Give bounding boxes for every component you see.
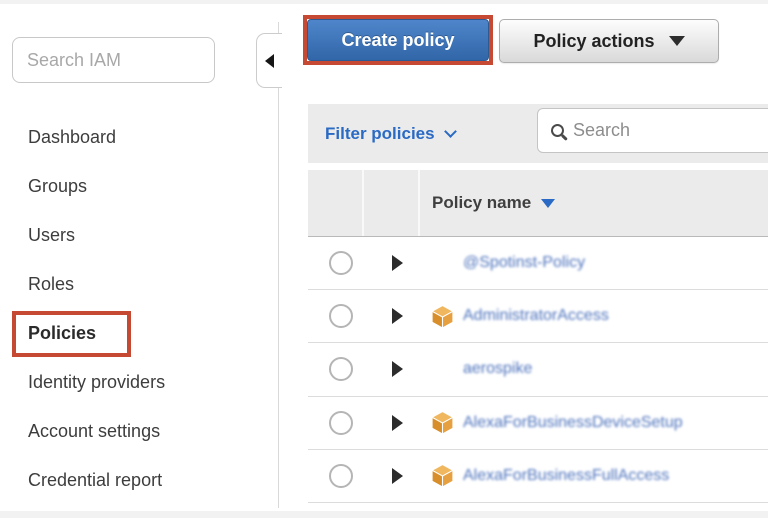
sidebar-item-account-settings[interactable]: Account settings bbox=[0, 407, 270, 456]
sidebar-item-groups[interactable]: Groups bbox=[0, 162, 270, 211]
radio-button[interactable] bbox=[329, 411, 353, 435]
expand-row-icon[interactable] bbox=[392, 468, 403, 484]
policy-name-column-header[interactable]: Policy name bbox=[432, 170, 555, 236]
policy-name-cell: @Spotinst-Policy bbox=[430, 251, 585, 276]
sidebar-item-users[interactable]: Users bbox=[0, 211, 270, 260]
sidebar-item-policies[interactable]: Policies bbox=[0, 309, 270, 358]
policy-actions-label: Policy actions bbox=[533, 31, 654, 52]
sidebar-divider bbox=[278, 22, 279, 508]
expand-row-icon[interactable] bbox=[392, 255, 403, 271]
sidebar-item-label: Account settings bbox=[28, 421, 160, 442]
sidebar-item-label: Credential report bbox=[28, 470, 162, 491]
expand-row-icon[interactable] bbox=[392, 361, 403, 377]
table-row: aerospike bbox=[308, 343, 768, 396]
table-row: AlexaForBusinessDeviceSetup bbox=[308, 397, 768, 450]
policy-name-cell: aerospike bbox=[430, 357, 532, 382]
table-row: AdministratorAccess bbox=[308, 290, 768, 343]
radio-button[interactable] bbox=[329, 357, 353, 381]
sidebar-item-label: Groups bbox=[28, 176, 87, 197]
policy-name-cell: AdministratorAccess bbox=[430, 304, 609, 329]
aws-managed-policy-icon bbox=[430, 410, 455, 435]
sidebar-item-label: Identity providers bbox=[28, 372, 165, 393]
sidebar-item-label: Policies bbox=[28, 323, 96, 344]
caret-down-icon bbox=[669, 36, 685, 46]
column-separator bbox=[418, 170, 420, 236]
expand-row-icon[interactable] bbox=[392, 415, 403, 431]
radio-button[interactable] bbox=[329, 251, 353, 275]
policy-name-link[interactable]: AlexaForBusinessDeviceSetup bbox=[463, 414, 683, 432]
policy-actions-button[interactable]: Policy actions bbox=[499, 19, 719, 63]
collapse-sidebar-button[interactable] bbox=[256, 33, 282, 88]
policy-search-box bbox=[537, 108, 768, 153]
policy-name-link[interactable]: @Spotinst-Policy bbox=[463, 254, 585, 272]
sidebar: Dashboard Groups Users Roles Policies Id… bbox=[0, 0, 278, 518]
policy-name-link[interactable]: AlexaForBusinessFullAccess bbox=[463, 467, 669, 485]
sort-caret-icon bbox=[541, 199, 555, 208]
policy-name-link[interactable]: aerospike bbox=[463, 360, 532, 378]
expand-row-icon[interactable] bbox=[392, 308, 403, 324]
table-row: @Spotinst-Policy bbox=[308, 237, 768, 290]
radio-button[interactable] bbox=[329, 464, 353, 488]
policies-table: Filter policies Policy name bbox=[308, 104, 768, 503]
sidebar-item-credential-report[interactable]: Credential report bbox=[0, 456, 270, 505]
table-header-row: Policy name bbox=[308, 170, 768, 237]
policy-name-cell: AlexaForBusinessDeviceSetup bbox=[430, 410, 683, 435]
sidebar-item-dashboard[interactable]: Dashboard bbox=[0, 113, 270, 162]
aws-managed-policy-icon bbox=[430, 463, 455, 488]
annotation-box-create-policy: Create policy bbox=[303, 15, 493, 65]
sidebar-item-label: Roles bbox=[28, 274, 74, 295]
sidebar-item-identity-providers[interactable]: Identity providers bbox=[0, 358, 270, 407]
policy-name-header-label: Policy name bbox=[432, 193, 531, 213]
policy-search-input[interactable] bbox=[573, 120, 768, 141]
create-policy-button[interactable]: Create policy bbox=[307, 19, 489, 61]
sidebar-nav: Dashboard Groups Users Roles Policies Id… bbox=[0, 113, 270, 505]
policy-name-link[interactable]: AdministratorAccess bbox=[463, 307, 609, 325]
column-separator bbox=[362, 170, 364, 236]
sidebar-item-label: Dashboard bbox=[28, 127, 116, 148]
sidebar-item-roles[interactable]: Roles bbox=[0, 260, 270, 309]
filter-bar: Filter policies bbox=[308, 104, 768, 163]
radio-button[interactable] bbox=[329, 304, 353, 328]
sidebar-item-label: Users bbox=[28, 225, 75, 246]
filter-policies-label: Filter policies bbox=[325, 124, 435, 144]
search-iam-input[interactable] bbox=[12, 37, 215, 83]
iam-policies-page: Dashboard Groups Users Roles Policies Id… bbox=[0, 0, 768, 518]
aws-managed-policy-icon bbox=[430, 304, 455, 329]
table-row: AlexaForBusinessFullAccess bbox=[308, 450, 768, 503]
policy-name-cell: AlexaForBusinessFullAccess bbox=[430, 463, 669, 488]
table-body: @Spotinst-Policy AdministratorAccess bbox=[308, 237, 768, 503]
chevron-down-icon bbox=[444, 125, 457, 138]
filter-policies-dropdown[interactable]: Filter policies bbox=[325, 124, 455, 144]
search-icon bbox=[551, 124, 564, 137]
chevron-left-icon bbox=[265, 54, 274, 68]
